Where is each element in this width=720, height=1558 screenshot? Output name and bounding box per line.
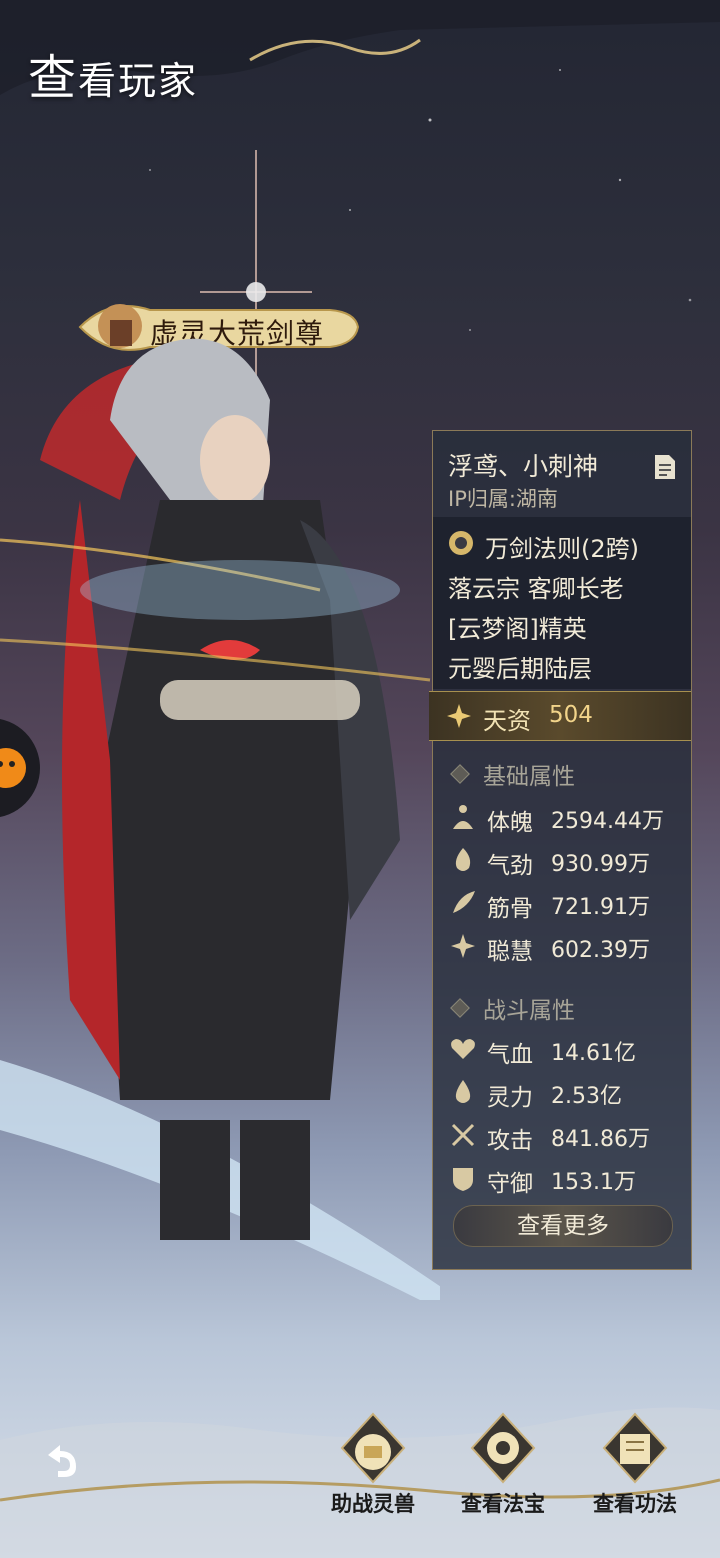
stat-value: 721.91万 — [551, 895, 650, 920]
stat-value: 2594.44万 — [551, 809, 664, 834]
assist-beast-button[interactable]: 助战灵兽 — [318, 1412, 428, 1532]
panel-header: 浮鸢、小刺神 IP归属:湖南 — [433, 431, 691, 517]
stat-row-lingli: 灵力 2.53亿 — [449, 1076, 689, 1112]
talent-value: 504 — [549, 702, 593, 728]
view-treasure-label: 查看法宝 — [461, 1492, 545, 1516]
spirit-drop-icon — [455, 1080, 471, 1103]
character-model[interactable] — [0, 300, 440, 1300]
realm-title: 元婴后期陆层 — [448, 655, 592, 683]
crossed-swords-icon — [451, 1123, 475, 1147]
stat-value: 930.99万 — [551, 852, 650, 877]
stat-row-conghui: 聪慧 602.39万 — [449, 930, 689, 966]
stat-label: 气血 — [487, 1042, 533, 1068]
lotus-icon — [447, 704, 471, 728]
page-title-rest: 看玩家 — [78, 59, 199, 103]
meditate-icon — [453, 805, 473, 829]
treasure-icon — [470, 1412, 536, 1484]
stat-value: 2.53亿 — [551, 1084, 622, 1109]
player-ip: IP归属:湖南 — [448, 487, 558, 511]
stat-label: 气劲 — [487, 853, 533, 879]
stat-row-jingu: 筋骨 721.91万 — [449, 887, 689, 923]
talent-bar: 天资 504 — [429, 691, 691, 741]
side-pet-toggle[interactable] — [0, 718, 40, 818]
talent-label: 天资 — [483, 707, 531, 735]
stat-row-gongji: 攻击 841.86万 — [449, 1119, 689, 1155]
stat-value: 153.1万 — [551, 1170, 636, 1195]
stat-value: 841.86万 — [551, 1127, 650, 1152]
flame-icon — [455, 848, 471, 871]
beast-pouch-icon — [340, 1412, 406, 1484]
player-info-panel: 浮鸢、小刺神 IP归属:湖南 万剑法则(2跨) 落云宗 客卿长老 [云梦阁]精英… — [429, 430, 692, 1270]
stat-row-qijin: 气劲 930.99万 — [449, 844, 689, 880]
view-more-button[interactable]: 查看更多 — [453, 1205, 673, 1247]
player-name: 浮鸢、小刺神 — [448, 452, 599, 481]
sect-title: 落云宗 客卿长老 — [448, 575, 624, 603]
basic-section-title: 基础属性 — [483, 764, 575, 790]
scroll-book-icon — [602, 1412, 668, 1484]
combat-section-title: 战斗属性 — [483, 998, 575, 1024]
stat-row-tipo: 体魄 2594.44万 — [449, 801, 689, 837]
stat-label: 攻击 — [487, 1128, 533, 1154]
pet-face-icon — [0, 748, 26, 788]
back-arrow-icon[interactable] — [34, 1435, 84, 1485]
note-icon[interactable] — [653, 453, 677, 481]
guild-title: [云梦阁]精英 — [448, 615, 587, 643]
view-skill-button[interactable]: 查看功法 — [580, 1412, 690, 1532]
view-treasure-button[interactable]: 查看法宝 — [448, 1412, 558, 1532]
assist-beast-label: 助战灵兽 — [331, 1492, 415, 1516]
heart-icon — [451, 1039, 475, 1059]
view-skill-label: 查看功法 — [593, 1492, 677, 1516]
law-title: 万剑法则(2跨) — [485, 535, 639, 563]
stat-label: 体魄 — [487, 810, 533, 836]
law-icon — [449, 531, 473, 555]
page-title-big: 查 — [28, 50, 79, 106]
stat-label: 守御 — [487, 1171, 533, 1197]
basic-section-diamond-icon — [450, 764, 470, 784]
stat-label: 筋骨 — [487, 896, 533, 922]
page-title: 查看玩家 — [28, 38, 198, 108]
player-identity-block: 万剑法则(2跨) 落云宗 客卿长老 [云梦阁]精英 元婴后期陆层 — [433, 517, 691, 689]
feather-icon — [453, 891, 475, 913]
stat-row-qixue: 气血 14.61亿 — [449, 1033, 689, 1069]
sparkle-icon — [451, 934, 475, 958]
stat-label: 灵力 — [487, 1085, 533, 1111]
stat-row-shouyu: 守御 153.1万 — [449, 1162, 689, 1198]
stat-value: 14.61亿 — [551, 1041, 636, 1066]
stat-label: 聪慧 — [487, 939, 533, 965]
stat-value: 602.39万 — [551, 938, 650, 963]
combat-section-diamond-icon — [450, 998, 470, 1018]
shield-icon — [453, 1168, 473, 1191]
